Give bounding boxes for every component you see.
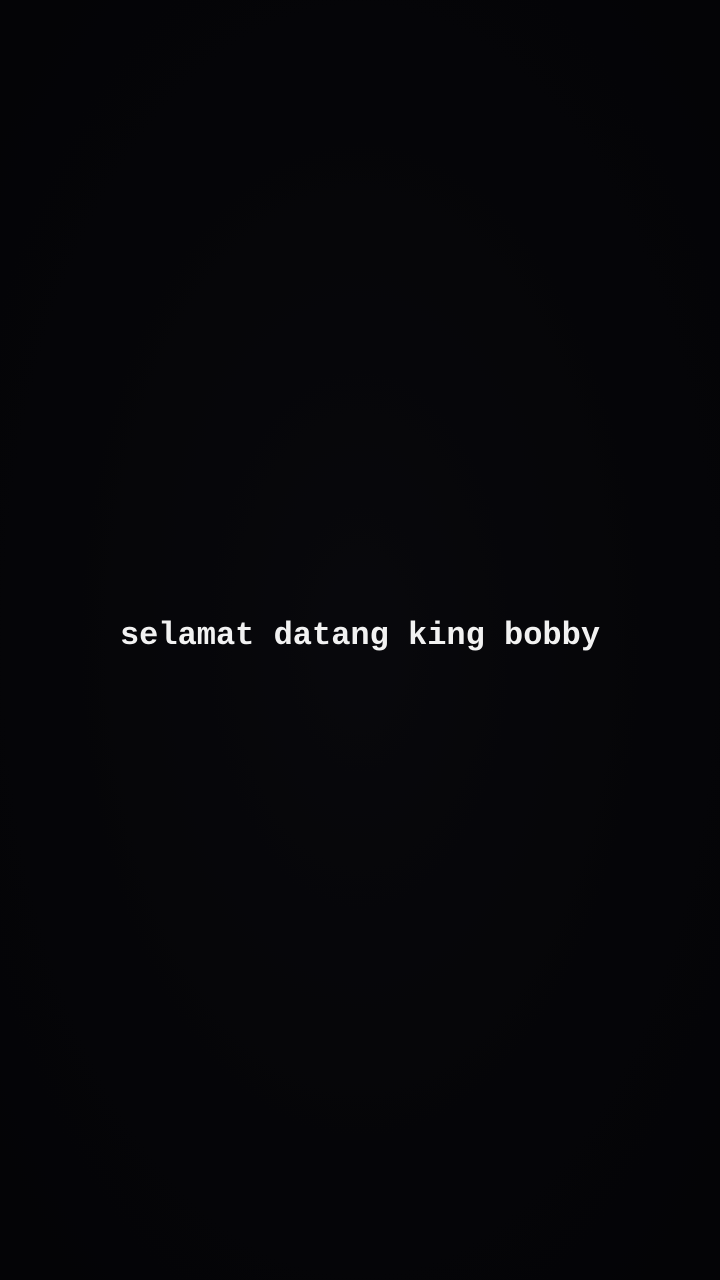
story-canvas[interactable]: selamat datang king bobby [0, 0, 720, 1280]
story-text-overlay: selamat datang king bobby [119, 617, 601, 654]
